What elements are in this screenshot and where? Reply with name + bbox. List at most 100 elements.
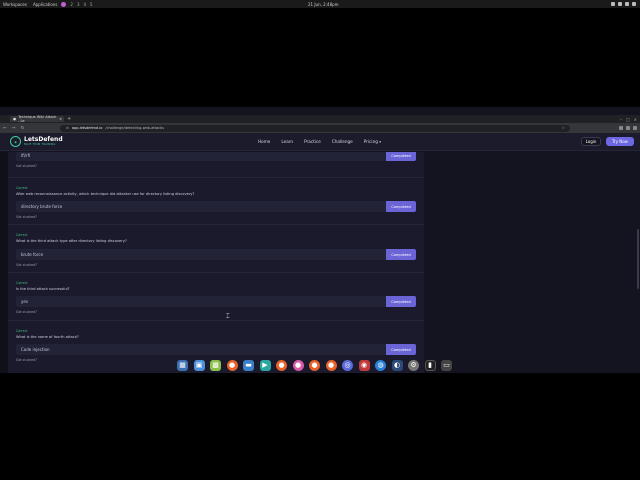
question-text: After web reconnaissance activity, which…: [16, 192, 195, 196]
address-bar-row: ← → ↻ ⊙ app.letsdefend.io/challenge/dete…: [0, 123, 640, 133]
maximize-icon[interactable]: □: [626, 117, 630, 122]
workspace-5[interactable]: 5: [90, 2, 93, 7]
browser-tab[interactable]: ● Technique Wiki Attack - Le ×: [10, 115, 64, 123]
question-item: lfi/rfi Completed Got stucked?: [8, 152, 424, 178]
video-icon[interactable]: ◉: [358, 359, 370, 371]
tab-strip: ● Technique Wiki Attack - Le × + – □ ×: [0, 115, 640, 123]
screenshot-icon[interactable]: ▣: [193, 359, 205, 371]
nav-home[interactable]: Home: [258, 139, 270, 144]
site-header: ◉ LetsDefend BLUE TEAM TRAINING Home Lea…: [0, 133, 640, 151]
completed-button[interactable]: Completed: [386, 201, 416, 212]
reload-icon[interactable]: ↻: [21, 126, 25, 131]
correct-tag: Correct: [16, 186, 28, 190]
site-info-icon[interactable]: ⊙: [66, 126, 69, 130]
got-stucked-link[interactable]: Got stucked?: [16, 164, 37, 168]
forward-icon[interactable]: →: [12, 126, 16, 131]
got-stucked-link[interactable]: Got stucked?: [16, 263, 37, 267]
nav-practice[interactable]: Practice: [304, 139, 321, 144]
got-stucked-link[interactable]: Got stucked?: [16, 215, 37, 219]
url-field[interactable]: ⊙ app.letsdefend.io/challenge/detecting-…: [60, 124, 570, 132]
power-icon[interactable]: [632, 2, 636, 6]
window-controls: – □ ×: [620, 117, 637, 122]
mouse-cursor-icon: ⌶: [226, 313, 230, 320]
question-text: What is the third attack type after dire…: [16, 239, 127, 243]
header-actions: Login Try Now: [581, 137, 634, 146]
tab-close-icon[interactable]: ×: [59, 117, 62, 121]
workspace-3[interactable]: 3: [77, 2, 80, 7]
correct-tag: Correct: [16, 281, 28, 285]
menu-icon[interactable]: [633, 126, 637, 130]
site-logo[interactable]: ◉ LetsDefend BLUE TEAM TRAINING: [10, 136, 63, 147]
os-top-bar: Workspaces Applications 2 3 4 5 21 Jun, …: [0, 0, 640, 8]
correct-tag: Correct: [16, 329, 28, 333]
page-scrollbar[interactable]: [637, 229, 639, 289]
tab-favicon-icon: ●: [13, 117, 17, 121]
completed-button[interactable]: Completed: [386, 249, 416, 260]
chat-icon[interactable]: ◎: [342, 359, 353, 371]
folder-icon[interactable]: ▬: [243, 359, 254, 371]
url-path: /challenge/detecting-web-attacks: [105, 126, 164, 130]
media-player-icon[interactable]: ▶: [259, 359, 271, 371]
logo-badge-icon: ◉: [10, 136, 21, 147]
question-text: Is the third attack successful?: [16, 287, 70, 291]
got-stucked-link[interactable]: Got stucked?: [16, 310, 37, 314]
completed-button[interactable]: Completed: [386, 152, 416, 161]
try-now-button[interactable]: Try Now: [606, 137, 634, 146]
nav-learn[interactable]: Learn: [281, 139, 293, 144]
nav-buttons: ← → ↻: [3, 126, 24, 131]
completed-button[interactable]: Completed: [386, 296, 416, 307]
answer-field[interactable]: Code injection: [16, 344, 394, 355]
back-icon[interactable]: ←: [3, 126, 7, 131]
profile-icon[interactable]: [626, 126, 630, 130]
answer-field[interactable]: lfi/rfi: [16, 152, 394, 161]
extension-icon[interactable]: [619, 126, 623, 130]
dock: ▦ ▣ ▩ ● ▬ ▶ ● ● ● ● ◎ ◉ ◍ ◐ ⚙ ▮ ▭: [177, 358, 452, 372]
answer-field[interactable]: directory brute force: [16, 201, 394, 212]
files-icon[interactable]: ▦: [177, 359, 188, 371]
logo-tagline: BLUE TEAM TRAINING: [24, 143, 56, 146]
system-monitor-icon[interactable]: ▭: [441, 359, 452, 371]
login-button[interactable]: Login: [581, 137, 601, 146]
chrome-icon[interactable]: ◍: [375, 359, 386, 371]
firefox-icon[interactable]: ●: [226, 359, 238, 371]
tab-title: Technique Wiki Attack - Le: [18, 115, 57, 123]
right-area: [424, 152, 640, 373]
answer-field[interactable]: brute force: [16, 249, 394, 260]
question-item: Correct After web reconnaissance activit…: [8, 178, 424, 225]
system-tray: [611, 2, 636, 6]
firefox-window-2-icon[interactable]: ●: [309, 359, 320, 371]
main-nav: Home Learn Practice Challenge Pricing ▾: [258, 139, 381, 144]
nav-pricing-label: Pricing: [363, 139, 378, 144]
completed-button[interactable]: Completed: [386, 344, 416, 355]
apps-grid-icon[interactable]: ▩: [210, 359, 221, 371]
answer-field[interactable]: yes: [16, 296, 394, 307]
bookmark-star-icon[interactable]: ☆: [562, 126, 565, 130]
chevron-down-icon: ▾: [379, 140, 381, 144]
nav-challenge[interactable]: Challenge: [332, 139, 353, 144]
workspace-indicator-icon[interactable]: [61, 1, 67, 7]
browser-window-icon[interactable]: ●: [292, 359, 304, 371]
minimize-icon[interactable]: –: [620, 117, 622, 122]
volume-icon[interactable]: [618, 2, 622, 6]
question-item: Correct Is the third attack successful? …: [8, 273, 424, 321]
applications-menu[interactable]: Applications: [33, 2, 57, 7]
new-tab-icon[interactable]: +: [67, 116, 71, 122]
clock: 21 Jun, 2:48pm: [308, 1, 339, 7]
firefox-window-3-icon[interactable]: ●: [325, 359, 337, 371]
workspaces-menu[interactable]: Workspaces: [3, 2, 27, 7]
network-icon[interactable]: [611, 2, 615, 6]
workspace-4[interactable]: 4: [83, 2, 86, 7]
nav-pricing[interactable]: Pricing ▾: [364, 139, 381, 144]
firefox-window-icon[interactable]: ●: [276, 359, 287, 371]
steam-icon[interactable]: ◐: [391, 359, 403, 371]
close-window-icon[interactable]: ×: [634, 117, 637, 122]
extensions-area: [619, 126, 637, 130]
battery-icon[interactable]: [625, 2, 629, 6]
page-content: lfi/rfi Completed Got stucked? Correct A…: [0, 152, 640, 373]
workspace-2[interactable]: 2: [70, 2, 73, 7]
correct-tag: Correct: [16, 233, 28, 237]
got-stucked-link[interactable]: Got stucked?: [16, 358, 37, 362]
terminal-icon[interactable]: ▮: [424, 359, 436, 371]
settings-icon[interactable]: ⚙: [408, 359, 419, 371]
question-text: What is the name of fourth attack?: [16, 335, 79, 339]
